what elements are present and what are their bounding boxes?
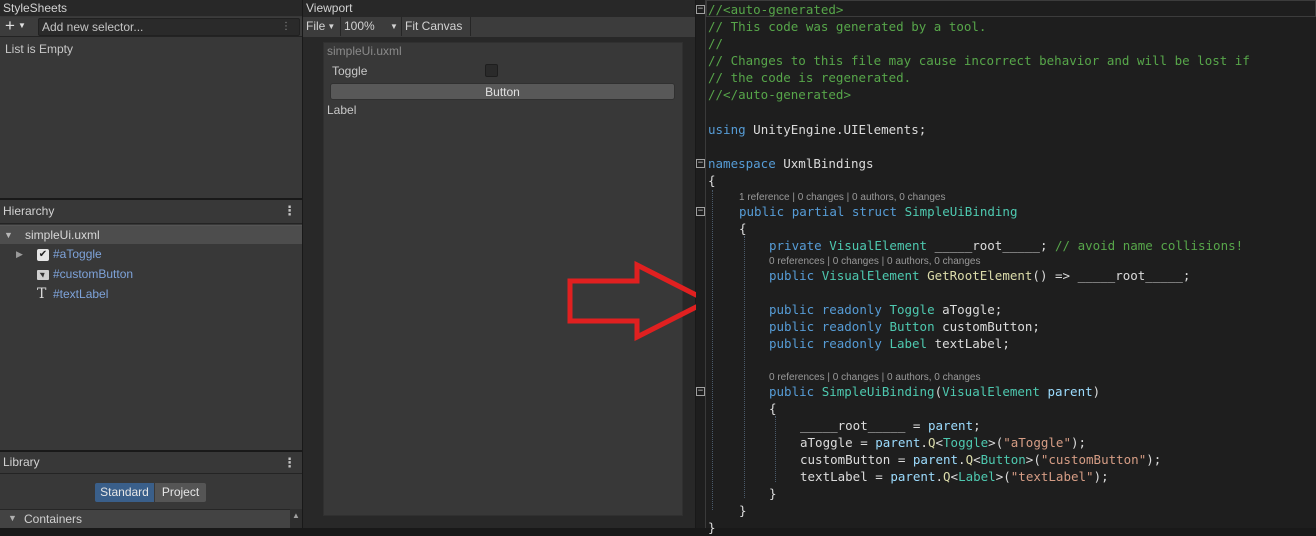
hierarchy-menu-icon[interactable]: ⋮ (283, 200, 296, 222)
arrow-annotation (567, 260, 714, 342)
selector-options-icon[interactable]: ⋮ (281, 19, 291, 35)
file-menu-button[interactable]: File ▼ (303, 17, 343, 36)
collapse-icon[interactable]: − (696, 207, 705, 216)
viewport-header: Viewport (303, 0, 695, 16)
library-menu-icon[interactable]: ⋮ (283, 452, 296, 474)
code-line: textLabel = parent.Q<Label>("textLabel")… (800, 469, 1109, 484)
library-scrollbar[interactable]: ▲ (290, 509, 302, 528)
hierarchy-item-label: #textLabel (53, 287, 109, 301)
code-line: customButton = parent.Q<Button>("customB… (800, 452, 1162, 467)
library-tab-project[interactable]: Project (155, 483, 206, 502)
collapse-icon[interactable]: − (696, 159, 705, 168)
zoom-dropdown[interactable]: 100% ▼ (341, 17, 404, 36)
stylesheets-toolbar: + ▼ Add new selector... ⋮ (0, 17, 302, 37)
code-line: // This code was generated by a tool. (708, 19, 987, 34)
code-text: //<auto-generated> // This code was gene… (708, 0, 1316, 535)
preview-toggle[interactable]: Toggle (332, 63, 672, 81)
code-line: // the code is regenerated. (708, 70, 912, 85)
editor-left-border (705, 0, 706, 528)
code-line: public readonly Label textLabel; (769, 336, 1010, 351)
hierarchy-item[interactable]: T #textLabel (0, 285, 302, 304)
plus-icon: + (5, 16, 15, 35)
dropdown-arrow-icon: ▼ (327, 22, 336, 31)
code-line: //</auto-generated> (708, 87, 851, 102)
code-line: public VisualElement GetRootElement() =>… (769, 268, 1191, 283)
code-line: // Changes to this file may cause incorr… (708, 53, 1250, 68)
indent-guide (775, 416, 776, 482)
indent-guide (744, 236, 745, 498)
viewport-toolbar: File ▼ 100% ▼ Fit Canvas (303, 17, 695, 37)
scroll-up-icon[interactable]: ▲ (292, 511, 300, 520)
hierarchy-item[interactable]: ▶ ✔ #aToggle (0, 245, 302, 264)
code-line: using UnityEngine.UIElements; (708, 122, 927, 137)
canvas-document-name: simpleUi.uxml (327, 44, 402, 58)
collapse-icon[interactable]: − (696, 387, 705, 396)
code-line: } (739, 503, 747, 518)
button-icon (37, 270, 49, 280)
code-line: public readonly Toggle aToggle; (769, 302, 1003, 317)
hierarchy-item[interactable]: #customButton (0, 265, 302, 284)
library-section-label: Containers (24, 512, 83, 526)
text-icon: T (37, 286, 47, 302)
stylesheets-title: StyleSheets (3, 1, 68, 15)
code-line: } (769, 486, 777, 501)
dropdown-arrow-icon: ▼ (390, 22, 398, 31)
hierarchy-item-label: #aToggle (53, 247, 102, 261)
viewport-title: Viewport (306, 1, 353, 15)
code-line: namespace UxmlBindings (708, 156, 874, 171)
chevron-down-icon: ▼ (17, 21, 26, 30)
hierarchy-title: Hierarchy (3, 204, 55, 218)
library-section-row[interactable]: ▼ Containers (0, 509, 290, 528)
preview-toggle-checkbox[interactable] (485, 64, 498, 77)
code-line: _____root_____ = parent; (800, 418, 981, 433)
code-line: public partial struct SimpleUiBinding (739, 204, 1018, 219)
stylesheets-panel: StyleSheets + ▼ Add new selector... ⋮ Lis… (0, 0, 302, 198)
hierarchy-panel: Hierarchy ⋮ ▼ simpleUi.uxml ▶ ✔ #aToggle… (0, 200, 302, 450)
hierarchy-root-label: simpleUi.uxml (25, 228, 100, 242)
code-line: aToggle = parent.Q<Toggle>("aToggle"); (800, 435, 1087, 450)
code-line: public readonly Button customButton; (769, 319, 1040, 334)
code-line: { (739, 221, 747, 236)
stylesheets-header: StyleSheets (0, 0, 302, 16)
fit-canvas-button[interactable]: Fit Canvas (402, 17, 473, 36)
library-panel: Library ⋮ Standard Project ▼ Containers … (0, 452, 302, 528)
selector-placeholder: Add new selector... (42, 20, 144, 34)
library-title: Library (3, 455, 40, 469)
add-stylesheet-button[interactable]: + ▼ (5, 17, 26, 37)
preview-button[interactable]: Button (330, 83, 675, 100)
stylesheets-empty-text: List is Empty (5, 42, 74, 56)
hierarchy-item-label: #customButton (53, 267, 134, 281)
hierarchy-root-row[interactable]: ▼ simpleUi.uxml (0, 225, 302, 244)
selector-input[interactable]: Add new selector... ⋮ (38, 18, 300, 36)
code-line: { (769, 401, 777, 416)
code-line: { (708, 173, 716, 188)
preview-label: Label (327, 103, 357, 117)
indent-guide (712, 190, 713, 510)
code-line: // (708, 36, 724, 51)
library-header: Library ⋮ (0, 452, 302, 474)
collapse-icon[interactable]: − (696, 5, 705, 14)
triangle-right-icon[interactable]: ▶ (16, 245, 23, 264)
code-line: private VisualElement _____root_____; //… (769, 238, 1244, 253)
checkbox-icon: ✔ (37, 249, 49, 261)
triangle-down-icon[interactable]: ▼ (4, 226, 13, 245)
library-tab-standard[interactable]: Standard (95, 483, 154, 502)
triangle-down-icon[interactable]: ▼ (8, 513, 17, 523)
code-line: public SimpleUiBinding(VisualElement par… (769, 384, 1101, 399)
arrow-shape (567, 260, 714, 342)
code-line: //<auto-generated> (708, 2, 844, 17)
hierarchy-header: Hierarchy ⋮ (0, 200, 302, 224)
preview-toggle-label: Toggle (332, 64, 368, 78)
